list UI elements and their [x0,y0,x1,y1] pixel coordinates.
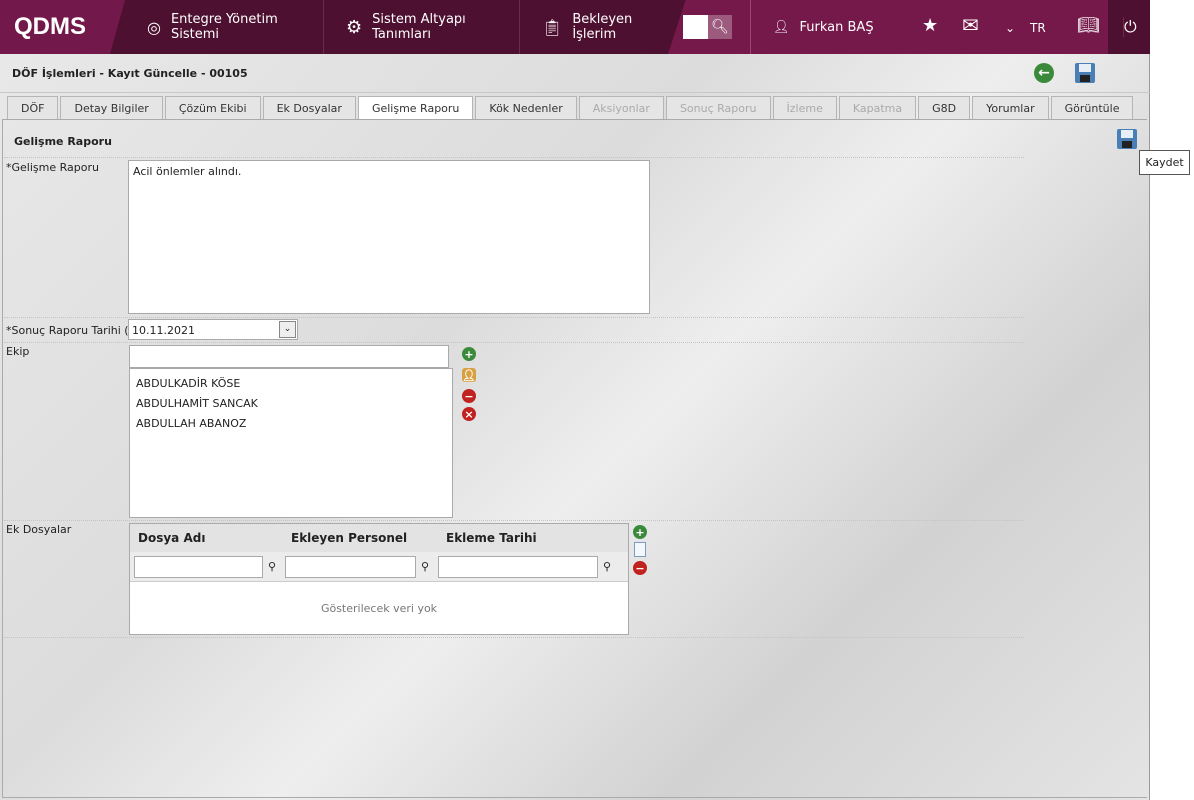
app: QDMS ◎ Entegre Yönetim Sistemi ⚙ Sistem Al… [0,0,1190,800]
divider [4,520,1024,521]
date-value: 10.11.2021 [132,324,195,337]
tab-result-report: Sonuç Raporu [665,96,771,120]
filter-icon[interactable]: ⚲ [263,560,281,573]
search-input[interactable] [683,15,708,39]
nav-label: Entegre Yönetim Sistemi [170,12,278,42]
user-menu[interactable]: 👤︎ Furkan BAŞ [750,0,920,54]
nav-system[interactable]: ⚙ Sistem Altyapı Tanımları [323,0,519,54]
top-bar: QDMS ◎ Entegre Yönetim Sistemi ⚙ Sistem Al… [0,0,1150,54]
tab-bar: DÖF Detay Bilgiler Çözüm Ekibi Ek Dosyal… [7,96,1134,120]
clipboard-icon: 📋︎ [542,17,563,37]
power-icon[interactable]: ⏻ [1123,17,1137,37]
chevron-down-icon[interactable]: ⌄ [279,321,296,338]
tab-closing: Kapatma [838,96,917,120]
tab-details[interactable]: Detay Bilgiler [60,96,163,120]
document-icon[interactable] [634,542,646,557]
tab-root-causes[interactable]: Kök Nedenler [475,96,577,120]
star-icon[interactable]: ★ [922,15,938,36]
remove-file-icon[interactable]: − [633,561,647,575]
mail-icon[interactable]: ✉ [962,13,979,37]
report-label: *Gelişme Raporu [6,161,99,174]
filter-filename[interactable] [134,555,263,578]
user-name: Furkan BAŞ [799,19,874,35]
tooltip: Kaydet [1139,150,1190,175]
grid-header: Dosya Adı Ekleyen Personel Ekleme Tarihi [130,524,628,552]
tab-files[interactable]: Ek Dosyalar [262,96,356,120]
tab-actions: Aksiyonlar [578,96,664,120]
date-picker[interactable]: 10.11.2021 ⌄ [128,319,298,340]
divider [4,342,1024,343]
column-header[interactable]: Dosya Adı [130,531,283,545]
user-icon: 👤︎ [773,19,790,35]
search-icon[interactable]: 🔍︎ [708,15,732,39]
add-icon[interactable]: + [462,347,476,361]
remove-icon[interactable]: − [462,389,476,403]
gear-icon: ⚙ [346,16,363,38]
column-header[interactable]: Ekleme Tarihi [438,531,537,545]
tab-dof[interactable]: DÖF [7,96,59,120]
tab-team[interactable]: Çözüm Ekibi [164,96,261,120]
language-select[interactable]: TR [1030,21,1046,35]
team-input[interactable] [129,345,449,368]
column-header[interactable]: Ekleyen Personel [283,531,438,545]
report-text: Acil önlemler alındı. [133,165,242,178]
logo[interactable]: QDMS [0,0,125,54]
nav-label: Sistem Altyapı Tanımları [372,12,466,42]
report-textarea[interactable]: Acil önlemler alındı. [128,160,650,314]
search-box: 🔍︎ [683,15,732,39]
add-file-icon[interactable]: + [633,525,647,539]
divider [4,317,1024,318]
section-title: Gelişme Raporu [14,135,112,148]
clear-icon[interactable]: × [462,407,476,421]
chevron-down-icon[interactable]: ⌄ [1005,21,1015,35]
divider [4,157,1024,158]
list-item[interactable]: ABDULKADİR KÖSE [136,374,446,394]
tab-progress-report[interactable]: Gelişme Raporu [357,96,474,120]
team-list[interactable]: ABDULKADİR KÖSE ABDULHAMİT SANCAK ABDULL… [129,368,453,518]
nav-ems[interactable]: ◎ Entegre Yönetim Sistemi [125,0,323,54]
list-item[interactable]: ABDULHAMİT SANCAK [136,394,446,414]
tab-g8d[interactable]: G8D [918,96,971,120]
save-icon[interactable] [1075,63,1095,83]
page-title: DÖF İşlemleri - Kayıt Güncelle - 00105 [12,67,248,80]
tab-monitoring: İzleme [772,96,837,120]
list-item[interactable]: ABDULLAH ABANOZ [136,414,446,434]
divider [0,92,1150,93]
nav-pending[interactable]: 📋︎ Bekleyen İşlerim [519,0,679,54]
q-icon: ◎ [147,17,161,37]
filter-date[interactable] [438,555,598,578]
filter-icon[interactable]: ⚲ [598,560,616,573]
filter-icon[interactable]: ⚲ [416,560,434,573]
empty-message: Gösterilecek veri yok [320,602,438,615]
save-button[interactable] [1117,129,1137,149]
team-label: Ekip [6,345,30,358]
files-grid: Dosya Adı Ekleyen Personel Ekleme Tarihi… [129,523,629,635]
divider [4,637,1024,638]
date-label: *Sonuç Raporu Tarihi (P) [6,324,140,337]
manual-icon[interactable]: 📖︎ [1077,15,1100,36]
back-button[interactable]: ← [1034,63,1054,83]
nav-label: Bekleyen İşlerim [572,12,633,42]
tab-comments[interactable]: Yorumlar [972,96,1049,120]
tab-view[interactable]: Görüntüle [1050,96,1134,120]
grid-filter-row: ⚲ ⚲ ⚲ [130,552,628,582]
files-label: Ek Dosyalar [6,523,72,536]
filter-person[interactable] [285,555,416,578]
add-user-icon[interactable]: 👤︎ [462,368,476,382]
